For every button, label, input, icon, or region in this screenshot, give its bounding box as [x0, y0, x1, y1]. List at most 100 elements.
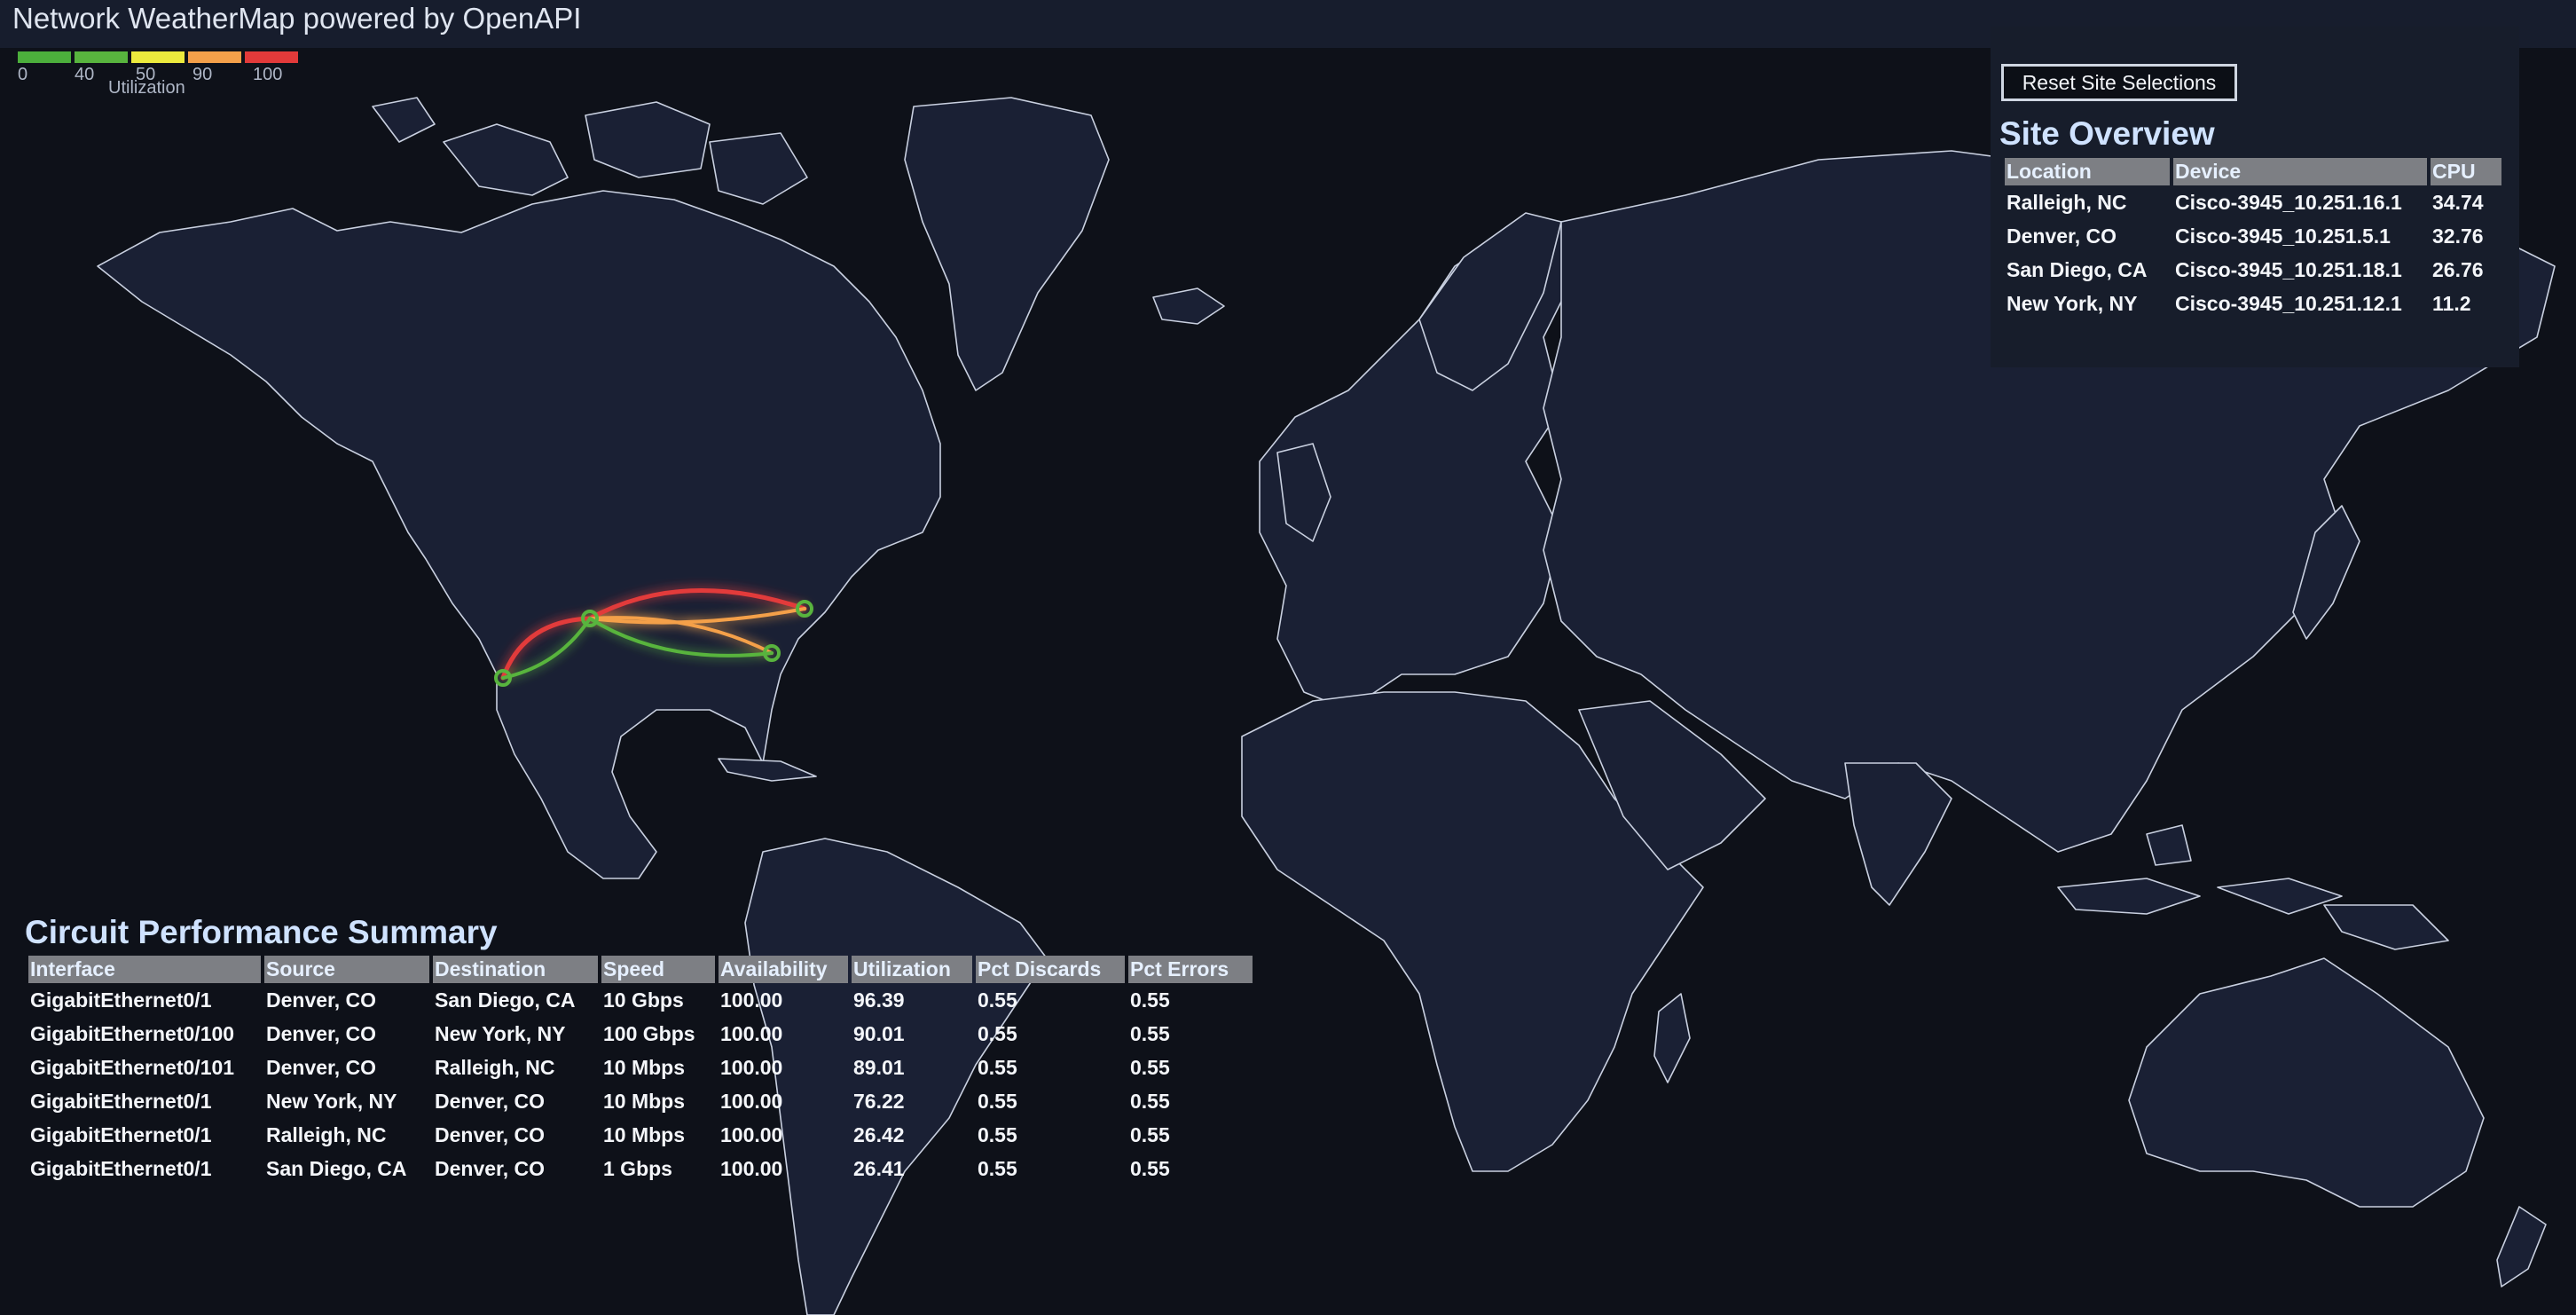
island	[2217, 878, 2343, 915]
column-header-pct-discards[interactable]: Pct Discards	[976, 956, 1125, 983]
table-row[interactable]: GigabitEthernet0/1 San Diego, CA Denver,…	[28, 1152, 1253, 1185]
circuit-speed: 10 Mbps	[603, 1122, 686, 1146]
circuit-destination: Denver, CO	[435, 1156, 545, 1180]
table-row[interactable]: GigabitEthernet0/101 Denver, CO Ralleigh…	[28, 1051, 1253, 1084]
circuit-pct-errors: 0.55	[1130, 1055, 1170, 1079]
column-header-pct-errors[interactable]: Pct Errors	[1128, 956, 1253, 983]
circuit-pct-discards: 0.55	[978, 1156, 1017, 1180]
circuit-source: Denver, CO	[266, 988, 376, 1012]
legend-swatch-50	[131, 51, 185, 63]
column-header-utilization[interactable]: Utilization	[852, 956, 972, 983]
site-device: Cisco-3945_10.251.18.1	[2175, 257, 2402, 281]
circuit-summary-table: Interface Source Destination Speed Avail…	[25, 956, 1256, 1185]
arctic-island	[709, 132, 808, 205]
circuit-pct-discards: 0.55	[978, 1122, 1017, 1146]
circuit-utilization: 26.42	[853, 1122, 905, 1146]
column-header-device[interactable]: Device	[2173, 158, 2427, 185]
table-header-row: Location Device CPU	[2005, 158, 2501, 185]
circuit-interface: GigabitEthernet0/1	[30, 1089, 212, 1113]
site-location: Ralleigh, NC	[2007, 190, 2127, 214]
circuit-availability: 100.00	[720, 1122, 783, 1146]
column-header-location[interactable]: Location	[2005, 158, 2170, 185]
circuit-destination: Denver, CO	[435, 1089, 545, 1113]
circuit-availability: 100.00	[720, 1089, 783, 1113]
circuit-interface: GigabitEthernet0/1	[30, 988, 212, 1012]
circuit-utilization: 76.22	[853, 1089, 905, 1113]
legend-swatch-0	[18, 51, 71, 63]
reset-site-selections-button[interactable]: Reset Site Selections	[2001, 64, 2237, 101]
circuit-pct-errors: 0.55	[1130, 1021, 1170, 1045]
table-header-row: Interface Source Destination Speed Avail…	[28, 956, 1253, 983]
circuit-pct-discards: 0.55	[978, 1055, 1017, 1079]
legend-swatch-40	[75, 51, 128, 63]
site-cpu: 32.76	[2432, 224, 2484, 248]
iceland-landmass	[1152, 287, 1225, 325]
circuit-utilization: 26.41	[853, 1156, 905, 1180]
table-row[interactable]: Denver, CO Cisco-3945_10.251.5.1 32.76	[2005, 219, 2501, 253]
circuit-utilization: 96.39	[853, 988, 905, 1012]
circuit-availability: 100.00	[720, 1156, 783, 1180]
circuit-interface: GigabitEthernet0/1	[30, 1122, 212, 1146]
greenland-landmass	[904, 97, 1110, 391]
circuit-speed: 10 Mbps	[603, 1055, 686, 1079]
circuit-speed: 10 Mbps	[603, 1089, 686, 1113]
circuit-pct-discards: 0.55	[978, 1021, 1017, 1045]
circuit-source: San Diego, CA	[266, 1156, 407, 1180]
circuit-source: Denver, CO	[266, 1021, 376, 1045]
island	[2146, 824, 2192, 866]
site-device: Cisco-3945_10.251.5.1	[2175, 224, 2391, 248]
site-device: Cisco-3945_10.251.16.1	[2175, 190, 2402, 214]
circuit-destination: New York, NY	[435, 1021, 566, 1045]
site-location: Denver, CO	[2007, 224, 2117, 248]
legend-swatch-100	[245, 51, 298, 63]
legend-caption: Utilization	[108, 78, 185, 98]
circuit-pct-discards: 0.55	[978, 1089, 1017, 1113]
table-row[interactable]: San Diego, CA Cisco-3945_10.251.18.1 26.…	[2005, 253, 2501, 287]
circuit-availability: 100.00	[720, 1055, 783, 1079]
circuit-utilization: 90.01	[853, 1021, 905, 1045]
column-header-interface[interactable]: Interface	[28, 956, 261, 983]
column-header-availability[interactable]: Availability	[719, 956, 848, 983]
circuit-speed: 100 Gbps	[603, 1021, 695, 1045]
circuit-utilization: 89.01	[853, 1055, 905, 1079]
new-guinea-landmass	[2323, 904, 2449, 950]
circuit-availability: 100.00	[720, 988, 783, 1012]
legend-swatch-90	[188, 51, 241, 63]
column-header-speed[interactable]: Speed	[601, 956, 715, 983]
site-cpu: 26.76	[2432, 257, 2484, 281]
circuit-destination: San Diego, CA	[435, 988, 576, 1012]
table-row[interactable]: GigabitEthernet0/1 Denver, CO San Diego,…	[28, 983, 1253, 1017]
column-header-source[interactable]: Source	[264, 956, 429, 983]
australia-landmass	[2128, 957, 2485, 1208]
cuba-landmass	[718, 758, 817, 782]
legend-tick: 90	[192, 65, 213, 84]
madagascar-landmass	[1653, 993, 1691, 1083]
new-zealand-landmass	[2496, 1206, 2547, 1287]
legend-tick: 40	[75, 65, 95, 84]
table-row[interactable]: GigabitEthernet0/100 Denver, CO New York…	[28, 1017, 1253, 1051]
circuit-availability: 100.00	[720, 1021, 783, 1045]
circuit-source: New York, NY	[266, 1089, 397, 1113]
india-landmass	[1844, 762, 1952, 906]
site-overview-table: Location Device CPU Ralleigh, NC Cisco-3…	[2001, 158, 2505, 320]
table-row[interactable]: GigabitEthernet0/1 New York, NY Denver, …	[28, 1084, 1253, 1118]
circuit-destination: Denver, CO	[435, 1122, 545, 1146]
site-device: Cisco-3945_10.251.12.1	[2175, 291, 2402, 315]
column-header-destination[interactable]: Destination	[433, 956, 598, 983]
arctic-islands	[443, 123, 569, 196]
site-cpu: 11.2	[2432, 291, 2471, 315]
arctic-island	[372, 97, 436, 143]
circuit-source: Ralleigh, NC	[266, 1122, 387, 1146]
circuit-source: Denver, CO	[266, 1055, 376, 1079]
circuit-pct-discards: 0.55	[978, 988, 1017, 1012]
column-header-cpu[interactable]: CPU	[2431, 158, 2501, 185]
table-row[interactable]: GigabitEthernet0/1 Ralleigh, NC Denver, …	[28, 1118, 1253, 1152]
legend-tick: 100	[253, 65, 283, 84]
table-row[interactable]: New York, NY Cisco-3945_10.251.12.1 11.2	[2005, 287, 2501, 320]
circuit-pct-errors: 0.55	[1130, 988, 1170, 1012]
circuit-summary-title: Circuit Performance Summary	[25, 914, 498, 950]
table-row[interactable]: Ralleigh, NC Cisco-3945_10.251.16.1 34.7…	[2005, 185, 2501, 219]
site-cpu: 34.74	[2432, 190, 2484, 214]
circuit-interface: GigabitEthernet0/1	[30, 1156, 212, 1180]
arctic-island	[585, 101, 711, 178]
